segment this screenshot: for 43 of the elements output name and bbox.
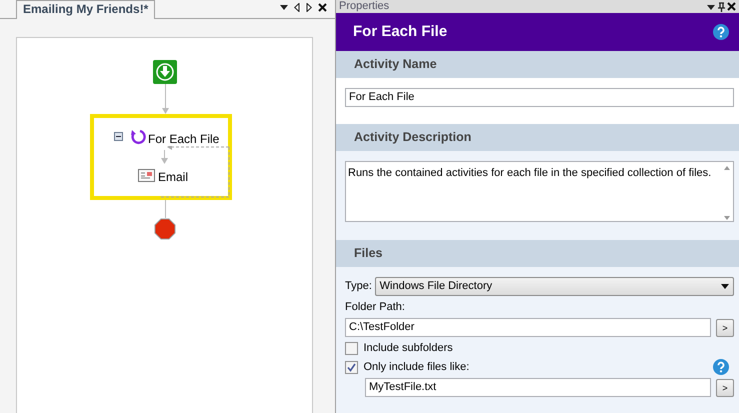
section-header: Activity Description: [336, 124, 739, 151]
activity-label[interactable]: Email: [158, 168, 188, 186]
close-icon[interactable]: [727, 2, 736, 11]
browse-button[interactable]: >: [716, 318, 734, 336]
field-label: Type:: [345, 279, 372, 294]
loop-container[interactable]: For Each File Email: [90, 114, 232, 200]
type-dropdown[interactable]: Windows File Directory: [374, 277, 734, 296]
envelope-icon: [138, 169, 155, 182]
checkbox[interactable]: [345, 360, 358, 374]
folder-path-field[interactable]: C:\TestFolder: [345, 318, 710, 337]
dropdown-icon[interactable]: [280, 3, 288, 11]
dropdown-icon[interactable]: [706, 4, 715, 10]
caret-icon: [721, 284, 729, 289]
checkbox-label: Only include files like:: [364, 360, 470, 375]
help-icon[interactable]: [713, 24, 729, 40]
stop-sign-icon: [154, 218, 176, 240]
section-header: Files: [336, 240, 739, 267]
scrollbar-arrows-icon: [723, 165, 731, 221]
dropdown-value: Windows File Directory: [380, 279, 492, 294]
collapse-toggle[interactable]: [114, 132, 123, 141]
help-icon: [712, 359, 728, 376]
checkbox-label: Include subfolders: [364, 340, 454, 356]
description-field[interactable]: Runs the contained activities for each file in the specified collection of files.: [345, 161, 734, 222]
activity-title: For Each File: [353, 22, 448, 42]
checkbox[interactable]: [345, 342, 358, 354]
name-field[interactable]: For Each File: [345, 88, 734, 107]
browse-button[interactable]: >: [716, 378, 734, 397]
loop-back-connector: [160, 146, 230, 198]
start-icon: [153, 60, 177, 84]
pin-icon[interactable]: [718, 2, 724, 12]
connector-arrow: [160, 150, 169, 164]
scroll-left-icon[interactable]: [294, 3, 300, 12]
description-text: Runs the contained activities for each file in the specified collection of files.: [348, 166, 712, 181]
panel-title: Properties: [339, 0, 390, 13]
document-tab[interactable]: Emailing My Friends!*: [16, 0, 156, 19]
scroll-right-icon[interactable]: [306, 3, 312, 12]
section-header: Activity Name: [336, 51, 739, 78]
connector-arrow: [161, 84, 170, 114]
close-icon[interactable]: [318, 3, 327, 12]
file-pattern-field[interactable]: MyTestFile.txt: [365, 378, 710, 398]
loop-icon: [130, 129, 146, 145]
activity-label[interactable]: For Each File: [148, 130, 220, 148]
field-label: Folder Path:: [345, 300, 406, 315]
